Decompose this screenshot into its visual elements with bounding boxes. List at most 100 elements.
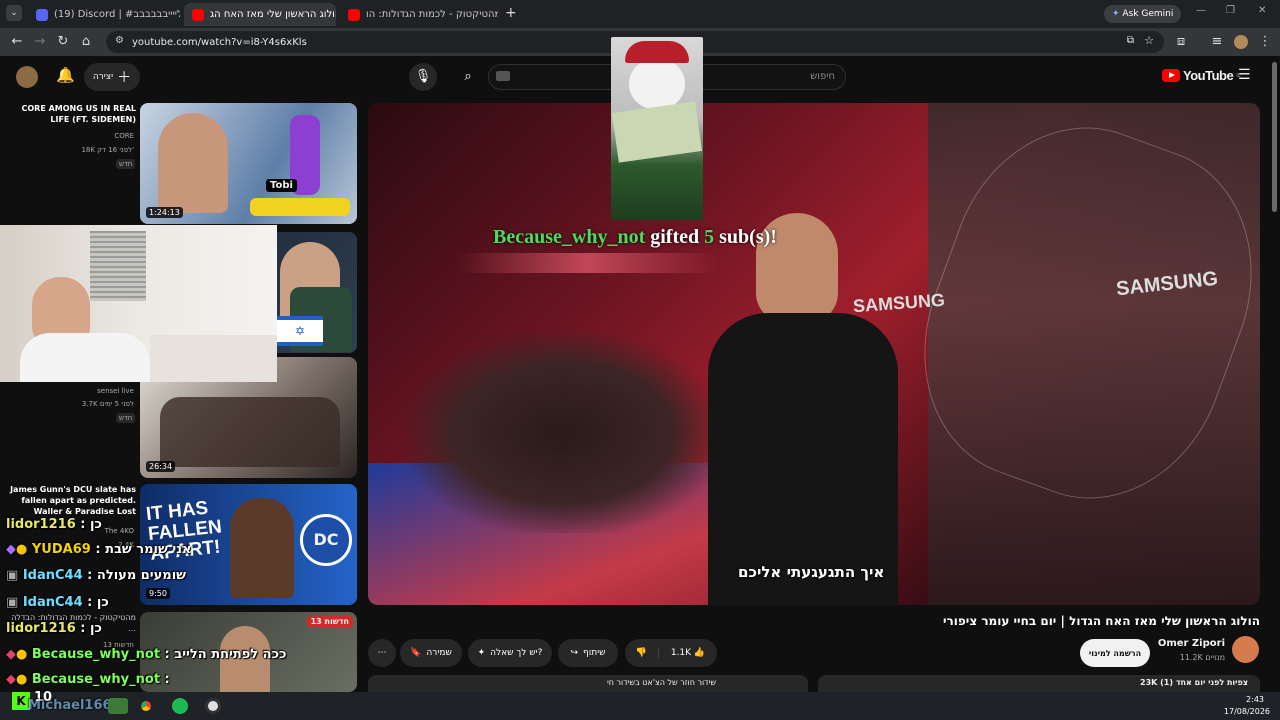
minimize-button[interactable]: — (1196, 5, 1206, 16)
tab-search-button[interactable]: ⌄ (6, 5, 22, 21)
subscribe-button[interactable]: הרשמה למינוי (1080, 639, 1150, 667)
media-icon[interactable]: ≡ (1208, 33, 1226, 51)
chat-message: כן (90, 517, 102, 532)
badge-icon: ▣ (6, 568, 19, 583)
video-caption: איך התגעגעתי אליכם (738, 563, 885, 581)
chat-sep: : (160, 672, 170, 687)
video-title[interactable]: CORE AMONG US IN REAL LIFE (FT. SIDEMEN) (8, 104, 137, 126)
menu-icon[interactable]: ⋮ (1256, 33, 1274, 51)
chat-line: ▣ IdanC44 : כן (6, 595, 109, 610)
taskbar-app-icon[interactable] (108, 698, 128, 714)
window-blinds (90, 231, 146, 301)
bed (150, 335, 277, 382)
youtube-logo[interactable]: YouTube IL (1162, 68, 1240, 83)
badge-icon: ◆ (6, 672, 16, 687)
browser-tab-bar: ⌄ (19) Discord | #לייייבבבבבב | Ro ✕ הול… (0, 0, 1280, 28)
chat-line: ◆● Because_why_not : ככה לפתיחת הלייב (6, 647, 286, 662)
profile-avatar[interactable] (1234, 35, 1248, 49)
ask-label: יש לך שאלה? (490, 648, 543, 658)
ask-button[interactable]: ✦ יש לך שאלה? (468, 639, 552, 667)
save-label: שמירה (426, 648, 452, 658)
video-title[interactable]: James Gunn's DCU slate has fallen apart … (8, 485, 136, 517)
dislike-button[interactable]: 👎 (625, 648, 659, 658)
extensions-icon[interactable]: ⧈ (1172, 33, 1190, 51)
share-button[interactable]: ↪ שיתוף (558, 639, 618, 667)
thumb-person (230, 498, 294, 598)
chat-message: ככה לפתיחת הלייב (174, 647, 287, 662)
save-button[interactable]: 🔖 שמירה (400, 639, 462, 667)
ask-gemini-button[interactable]: ✦ Ask Gemini (1104, 5, 1182, 23)
chat-sep: : (75, 621, 91, 636)
chat-line: lidor1216 : כן (6, 621, 102, 636)
chat-line: ◆● YUDA69 : אני שומר שבת (6, 542, 192, 557)
keyboard-icon[interactable] (496, 71, 510, 81)
streamer-body (20, 333, 150, 382)
chat-user: YUDA69 (31, 542, 91, 557)
clock-date[interactable]: 17/08/2026 (1214, 707, 1270, 716)
thumb-yellow-figure (250, 198, 350, 216)
tab-youtube-active[interactable]: הולוג הראשון שלי מאז האח הג ✕ (184, 3, 336, 26)
sparkle-icon: ✦ (477, 648, 486, 658)
home-icon[interactable]: ⌂ (77, 33, 95, 51)
forward-icon[interactable]: → (31, 33, 49, 51)
gift-user: Because_why_not (493, 226, 646, 248)
scrollbar[interactable] (1272, 62, 1277, 212)
gift-count: 5 (704, 226, 715, 248)
back-icon[interactable]: ← (8, 33, 26, 51)
chat-replay-label: שידור חוזר של הצ'אט בשידור חי (606, 678, 716, 687)
channel-name[interactable]: sensei live (60, 387, 134, 395)
cat-gift-gif (611, 37, 703, 220)
channel-avatar[interactable] (1232, 636, 1259, 663)
spotify-icon[interactable] (172, 698, 188, 714)
video-player[interactable]: SAMSUNG SAMSUNG איך התגעגעתי אליכם (368, 103, 1260, 605)
thumbnail-core[interactable]: Tobi 1:24:13 (140, 103, 357, 224)
gift-text: gifted (645, 226, 705, 248)
voice-search-icon[interactable]: 🎙 (409, 63, 437, 91)
chat-message: שומעים מעולה (96, 568, 187, 583)
chat-message: אני שומר שבת (105, 542, 192, 557)
reload-icon[interactable]: ↻ (54, 33, 72, 51)
live-chat-replay[interactable]: שידור חוזר של הצ'אט בשידור חי (368, 675, 808, 692)
video-meta: 18K לפני 16 דק' (81, 146, 134, 154)
chat-message: כן (90, 621, 102, 636)
tab-discord[interactable]: (19) Discord | #לייייבבבבבב | Ro ✕ (28, 3, 180, 26)
duration-badge: 1:24:13 (146, 207, 183, 218)
gift-suffix: sub(s)! (714, 226, 777, 248)
badge-icon: ◆ (6, 542, 16, 557)
discord-icon (36, 8, 48, 21)
more-actions-button[interactable]: ⋯ (368, 639, 396, 667)
maximize-button[interactable]: ❐ (1226, 5, 1235, 16)
bookmark-star-icon[interactable]: ☆ (1144, 34, 1154, 47)
share-label: שיתוף (583, 648, 606, 658)
clock-time[interactable]: 2:43 (1230, 695, 1264, 704)
close-window-button[interactable]: ✕ (1258, 5, 1266, 16)
chat-user: lidor1216 (6, 517, 76, 532)
crowd (408, 333, 718, 533)
user-avatar[interactable] (16, 66, 38, 88)
chat-line: ◆● Because_why_not : (6, 672, 170, 687)
video-meta: 3.7K לפני 5 ימים (81, 400, 134, 408)
badge-icon: ● (16, 672, 28, 687)
channel-name[interactable]: CORE (90, 132, 134, 140)
youtube-wordmark: YouTube (1183, 68, 1234, 83)
chrome-icon[interactable] (138, 698, 154, 714)
chat-user: Because_why_not (31, 672, 161, 687)
notifications-bell-icon[interactable]: 🔔 (56, 66, 75, 84)
description-box[interactable]: 23K צפיות לפני יום אחד (1) (818, 675, 1260, 692)
chat-user: lidor1216 (6, 621, 76, 636)
new-tab-button[interactable]: + (505, 5, 517, 21)
chat-line: ▣ IdanC44 : שומעים מעולה (6, 568, 186, 583)
obs-icon[interactable] (205, 698, 221, 714)
bookmark-icon: 🔖 (410, 648, 422, 658)
badge-icon: ● (16, 647, 28, 662)
hamburger-menu-icon[interactable]: ☰ (1238, 67, 1251, 83)
install-icon[interactable]: ⧉ (1127, 35, 1134, 46)
tab-youtube[interactable]: מהטיקטוק - לכמות הגדולות: הו ✕ (340, 3, 498, 26)
search-button[interactable]: ⌕ (454, 63, 482, 91)
badge-icon: ▣ (6, 595, 19, 610)
like-button[interactable]: 1.1K 👍 (659, 648, 717, 658)
site-info-icon[interactable]: ⚙ (115, 35, 124, 46)
tab-label: (19) Discord | #לייייבבבבבב | Ro (54, 9, 180, 20)
taskbar: K 10 Michael166 2:43 17/08/2026 (0, 690, 1280, 720)
create-button[interactable]: יצירה ＋ (84, 63, 140, 91)
